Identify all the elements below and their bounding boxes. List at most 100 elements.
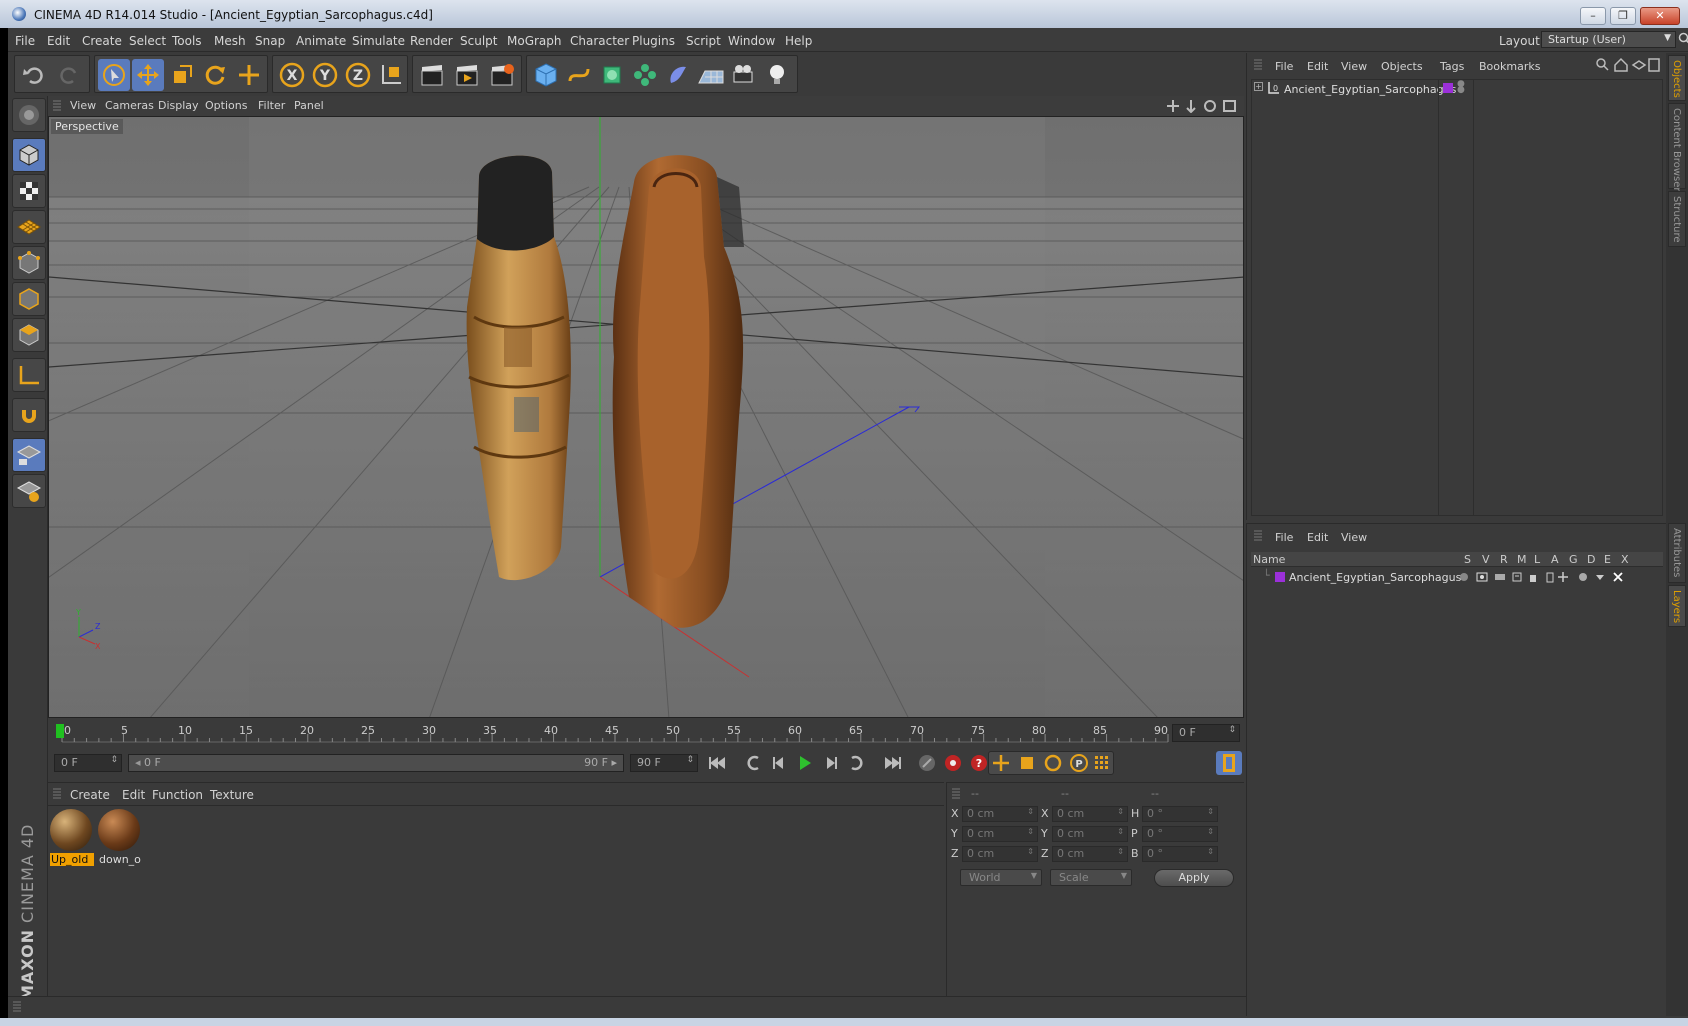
drag-handle-icon[interactable] [52, 788, 62, 800]
layer-color-swatch[interactable] [1275, 572, 1285, 582]
undo-button[interactable] [18, 59, 50, 91]
object-menu-tags[interactable]: Tags [1440, 60, 1464, 73]
record-button[interactable] [940, 751, 966, 775]
layer-color-swatch[interactable] [1443, 83, 1453, 93]
viewport-menu-display[interactable]: Display [158, 99, 199, 112]
go-to-end-button[interactable] [880, 751, 906, 775]
drag-handle-icon[interactable] [52, 100, 62, 112]
position-x-field[interactable]: 0 cm ⇕ [962, 806, 1038, 822]
viewport-menu-options[interactable]: Options [205, 99, 247, 112]
object-menu-file[interactable]: File [1275, 60, 1293, 73]
tab-content-browser[interactable]: Content Browser [1668, 103, 1686, 191]
menu-create[interactable]: Create [82, 34, 122, 48]
axis-mode-button[interactable] [12, 358, 46, 392]
drag-handle-icon[interactable] [1253, 59, 1263, 71]
column-visible[interactable]: V [1482, 553, 1490, 566]
column-xref[interactable]: X [1621, 553, 1629, 566]
menu-sculpt[interactable]: Sculpt [460, 34, 497, 48]
timeline-layout-button[interactable] [1216, 751, 1242, 775]
render-view-button[interactable] [416, 59, 448, 91]
viewport-menu-cameras[interactable]: Cameras [105, 99, 154, 112]
material-menu-create[interactable]: Create [70, 788, 110, 802]
menu-render[interactable]: Render [410, 34, 453, 48]
column-generators[interactable]: G [1569, 553, 1578, 566]
object-menu-bookmarks[interactable]: Bookmarks [1479, 60, 1540, 73]
frame-range-slider[interactable]: ◂ 0 F 90 F ▸ [128, 754, 624, 772]
previous-frame-button[interactable] [766, 751, 792, 775]
menu-simulate[interactable]: Simulate [352, 34, 405, 48]
scale-button[interactable] [166, 59, 198, 91]
material-swatch[interactable]: Up_old [50, 809, 94, 867]
object-menu-objects[interactable]: Objects [1381, 60, 1423, 73]
position-y-field[interactable]: 0 cm ⇕ [962, 826, 1038, 842]
tab-attributes[interactable]: Attributes [1668, 523, 1686, 583]
z-axis-button[interactable]: Z [342, 59, 374, 91]
coordinate-space-select[interactable]: World ▼ [960, 869, 1042, 886]
playhead[interactable] [56, 724, 64, 738]
object-row[interactable]: + 0 Ancient_Egyptian_Sarcophagus ● ● [1252, 79, 1664, 516]
layer-row[interactable]: └ Ancient_Egyptian_Sarcophagus [1251, 569, 1663, 587]
column-animation[interactable]: A [1551, 553, 1559, 566]
size-y-field[interactable]: 0 cm ⇕ [1052, 826, 1128, 842]
next-frame-button[interactable] [818, 751, 844, 775]
floor-button[interactable] [695, 59, 727, 91]
column-expressions[interactable]: E [1604, 553, 1611, 566]
restore-button[interactable]: ❐ [1610, 7, 1636, 25]
end-frame-field[interactable]: 90 F ⇕ [630, 754, 698, 772]
polygons-mode-button[interactable] [12, 318, 46, 352]
render-picture-viewer-button[interactable] [451, 59, 483, 91]
menu-select[interactable]: Select [129, 34, 166, 48]
key-filter-icons[interactable]: P [991, 753, 1111, 773]
menu-mograph[interactable]: MoGraph [507, 34, 562, 48]
column-name[interactable]: Name [1253, 553, 1285, 566]
menu-mesh[interactable]: Mesh [214, 34, 246, 48]
make-editable-button[interactable] [12, 98, 46, 132]
workplane-button[interactable] [12, 210, 46, 244]
layout-select[interactable]: Startup (User) ▼ [1541, 31, 1676, 48]
visibility-dots-icon[interactable]: ● ● [1457, 80, 1465, 95]
drag-handle-icon[interactable] [12, 1001, 22, 1013]
start-frame-field[interactable]: 0 F ⇕ [54, 754, 122, 772]
rotation-h-field[interactable]: 0 ° ⇕ [1142, 806, 1218, 822]
size-z-field[interactable]: 0 cm ⇕ [1052, 846, 1128, 862]
size-x-field[interactable]: 0 cm ⇕ [1052, 806, 1128, 822]
menu-file[interactable]: File [15, 34, 35, 48]
menu-animate[interactable]: Animate [296, 34, 346, 48]
material-menu-texture[interactable]: Texture [210, 788, 254, 802]
viewport-menu-filter[interactable]: Filter [258, 99, 285, 112]
menu-character[interactable]: Character [570, 34, 629, 48]
redo-button[interactable] [53, 59, 85, 91]
y-axis-button[interactable]: Y [309, 59, 341, 91]
previous-keyframe-button[interactable] [740, 751, 766, 775]
column-deformers[interactable]: D [1587, 553, 1595, 566]
drag-handle-icon[interactable] [1253, 530, 1263, 542]
viewport-menu-panel[interactable]: Panel [294, 99, 324, 112]
drag-handle-icon[interactable] [951, 788, 961, 800]
close-button[interactable]: ✕ [1640, 7, 1680, 25]
model-mode-button[interactable] [12, 138, 46, 172]
expand-icon[interactable]: + [1254, 82, 1263, 91]
motion-tracking-button[interactable] [914, 751, 940, 775]
tab-structure[interactable]: Structure [1668, 191, 1686, 247]
material-swatch[interactable]: down_o [98, 809, 142, 867]
tab-layers[interactable]: Layers [1668, 585, 1686, 627]
rotation-b-field[interactable]: 0 ° ⇕ [1142, 846, 1218, 862]
spline-button[interactable] [563, 59, 595, 91]
camera-button[interactable] [728, 59, 760, 91]
edges-mode-button[interactable] [12, 282, 46, 316]
snap-button[interactable] [12, 398, 46, 432]
position-z-field[interactable]: 0 cm ⇕ [962, 846, 1038, 862]
layer-menu-edit[interactable]: Edit [1307, 531, 1328, 544]
texture-mode-button[interactable] [12, 174, 46, 208]
go-to-start-button[interactable] [704, 751, 730, 775]
3d-viewport[interactable]: Y Z X Perspective [48, 116, 1244, 718]
deformer-button[interactable] [662, 59, 694, 91]
timeline-ruler[interactable]: 0 5 10 15 20 25 30 35 40 45 50 55 60 65 … [48, 720, 1244, 746]
object-menu-view[interactable]: View [1341, 60, 1367, 73]
layer-toggle-icons[interactable] [1459, 571, 1629, 583]
rotation-p-field[interactable]: 0 ° ⇕ [1142, 826, 1218, 842]
rotate-button[interactable] [199, 59, 231, 91]
coordinate-mode-select[interactable]: Scale ▼ [1050, 869, 1132, 886]
menu-script[interactable]: Script [686, 34, 721, 48]
material-menu-edit[interactable]: Edit [122, 788, 145, 802]
